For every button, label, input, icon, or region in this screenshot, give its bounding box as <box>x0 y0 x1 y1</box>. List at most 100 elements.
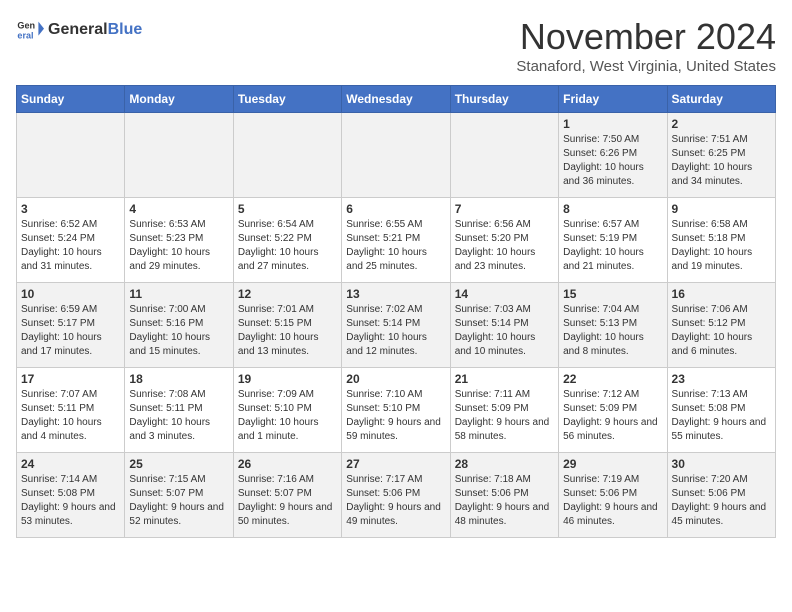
day-info: Sunrise: 7:14 AM Sunset: 5:08 PM Dayligh… <box>21 473 120 529</box>
weekday-header-monday: Monday <box>125 86 233 113</box>
calendar-table: SundayMondayTuesdayWednesdayThursdayFrid… <box>16 85 776 538</box>
calendar-cell: 12Sunrise: 7:01 AM Sunset: 5:15 PM Dayli… <box>233 283 341 368</box>
calendar-cell: 20Sunrise: 7:10 AM Sunset: 5:10 PM Dayli… <box>342 368 450 453</box>
calendar-cell: 27 Sunrise: 7:17 AM Sunset: 5:06 PM Dayli… <box>342 453 450 538</box>
location-subtitle: Stanaford, West Virginia, United States <box>516 58 776 75</box>
day-number: 22 <box>563 372 662 386</box>
calendar-cell: 24 Sunrise: 7:14 AM Sunset: 5:08 PM Dayli… <box>17 453 125 538</box>
day-number: 6 <box>346 202 445 216</box>
svg-text:Gen: Gen <box>17 21 35 31</box>
weekday-header-saturday: Saturday <box>667 86 775 113</box>
calendar-cell: 9Sunrise: 6:58 AM Sunset: 5:18 PM Daylig… <box>667 198 775 283</box>
day-number: 17 <box>21 372 120 386</box>
calendar-week-4: 17 Sunrise: 7:07 AM Sunset: 5:11 PM Dayli… <box>17 368 776 453</box>
calendar-cell: 5Sunrise: 6:54 AM Sunset: 5:22 PM Daylig… <box>233 198 341 283</box>
day-number: 23 <box>672 372 771 386</box>
title-block: November 2024 Stanaford, West Virginia, … <box>516 16 776 75</box>
day-number: 5 <box>238 202 337 216</box>
weekday-header-wednesday: Wednesday <box>342 86 450 113</box>
day-info: Sunrise: 7:07 AM Sunset: 5:11 PM Dayligh… <box>21 388 120 444</box>
day-number: 16 <box>672 287 771 301</box>
calendar-cell <box>17 113 125 198</box>
day-number: 26 <box>238 457 337 471</box>
month-title: November 2024 <box>516 16 776 58</box>
calendar-body: 1 Sunrise: 7:50 AM Sunset: 6:26 PM Daylig… <box>17 113 776 538</box>
calendar-cell: 13 Sunrise: 7:02 AM Sunset: 5:14 PM Dayli… <box>342 283 450 368</box>
calendar-cell: 29 Sunrise: 7:19 AM Sunset: 5:06 PM Dayli… <box>559 453 667 538</box>
calendar-cell: 23 Sunrise: 7:13 AM Sunset: 5:08 PM Dayli… <box>667 368 775 453</box>
calendar-cell: 8Sunrise: 6:57 AM Sunset: 5:19 PM Daylig… <box>559 198 667 283</box>
day-info: Sunrise: 6:56 AM Sunset: 5:20 PM Dayligh… <box>455 218 554 274</box>
day-info: Sunrise: 7:01 AM Sunset: 5:15 PM Dayligh… <box>238 303 337 359</box>
day-info: Sunrise: 7:02 AM Sunset: 5:14 PM Dayligh… <box>346 303 445 359</box>
day-number: 18 <box>129 372 228 386</box>
day-number: 19 <box>238 372 337 386</box>
calendar-cell: 22 Sunrise: 7:12 AM Sunset: 5:09 PM Dayli… <box>559 368 667 453</box>
day-info: Sunrise: 6:52 AM Sunset: 5:24 PM Dayligh… <box>21 218 120 274</box>
calendar-cell: 15Sunrise: 7:04 AM Sunset: 5:13 PM Dayli… <box>559 283 667 368</box>
calendar-cell: 28 Sunrise: 7:18 AM Sunset: 5:06 PM Dayli… <box>450 453 558 538</box>
calendar-cell: 10Sunrise: 6:59 AM Sunset: 5:17 PM Dayli… <box>17 283 125 368</box>
calendar-cell: 30 Sunrise: 7:20 AM Sunset: 5:06 PM Dayli… <box>667 453 775 538</box>
logo-blue: Blue <box>108 21 143 38</box>
day-info: Sunrise: 7:11 AM Sunset: 5:09 PM Dayligh… <box>455 388 554 444</box>
day-info: Sunrise: 7:16 AM Sunset: 5:07 PM Dayligh… <box>238 473 337 529</box>
day-info: Sunrise: 7:19 AM Sunset: 5:06 PM Dayligh… <box>563 473 662 529</box>
calendar-cell: 11Sunrise: 7:00 AM Sunset: 5:16 PM Dayli… <box>125 283 233 368</box>
day-number: 15 <box>563 287 662 301</box>
calendar-cell: 17 Sunrise: 7:07 AM Sunset: 5:11 PM Dayli… <box>17 368 125 453</box>
day-number: 25 <box>129 457 228 471</box>
day-number: 13 <box>346 287 445 301</box>
weekday-header-tuesday: Tuesday <box>233 86 341 113</box>
day-number: 9 <box>672 202 771 216</box>
day-info: Sunrise: 6:59 AM Sunset: 5:17 PM Dayligh… <box>21 303 120 359</box>
calendar-cell: 26 Sunrise: 7:16 AM Sunset: 5:07 PM Dayli… <box>233 453 341 538</box>
weekday-header-sunday: Sunday <box>17 86 125 113</box>
day-info: Sunrise: 7:20 AM Sunset: 5:06 PM Dayligh… <box>672 473 771 529</box>
calendar-cell: 7Sunrise: 6:56 AM Sunset: 5:20 PM Daylig… <box>450 198 558 283</box>
calendar-cell: 6 Sunrise: 6:55 AM Sunset: 5:21 PM Daylig… <box>342 198 450 283</box>
day-info: Sunrise: 7:06 AM Sunset: 5:12 PM Dayligh… <box>672 303 771 359</box>
day-info: Sunrise: 6:55 AM Sunset: 5:21 PM Dayligh… <box>346 218 445 274</box>
day-info: Sunrise: 7:09 AM Sunset: 5:10 PM Dayligh… <box>238 388 337 444</box>
calendar-cell: 3 Sunrise: 6:52 AM Sunset: 5:24 PM Daylig… <box>17 198 125 283</box>
calendar-cell: 1 Sunrise: 7:50 AM Sunset: 6:26 PM Daylig… <box>559 113 667 198</box>
calendar-cell: 4 Sunrise: 6:53 AM Sunset: 5:23 PM Daylig… <box>125 198 233 283</box>
calendar-cell <box>342 113 450 198</box>
day-number: 29 <box>563 457 662 471</box>
weekday-row: SundayMondayTuesdayWednesdayThursdayFrid… <box>17 86 776 113</box>
calendar-cell: 25Sunrise: 7:15 AM Sunset: 5:07 PM Dayli… <box>125 453 233 538</box>
calendar-cell: 18Sunrise: 7:08 AM Sunset: 5:11 PM Dayli… <box>125 368 233 453</box>
day-info: Sunrise: 7:13 AM Sunset: 5:08 PM Dayligh… <box>672 388 771 444</box>
day-info: Sunrise: 6:57 AM Sunset: 5:19 PM Dayligh… <box>563 218 662 274</box>
day-number: 14 <box>455 287 554 301</box>
day-info: Sunrise: 7:17 AM Sunset: 5:06 PM Dayligh… <box>346 473 445 529</box>
day-number: 1 <box>563 117 662 131</box>
day-info: Sunrise: 7:18 AM Sunset: 5:06 PM Dayligh… <box>455 473 554 529</box>
day-info: Sunrise: 7:50 AM Sunset: 6:26 PM Dayligh… <box>563 133 662 189</box>
day-info: Sunrise: 7:12 AM Sunset: 5:09 PM Dayligh… <box>563 388 662 444</box>
calendar-week-1: 1 Sunrise: 7:50 AM Sunset: 6:26 PM Daylig… <box>17 113 776 198</box>
calendar-cell <box>125 113 233 198</box>
day-number: 21 <box>455 372 554 386</box>
svg-text:eral: eral <box>17 30 33 40</box>
calendar-week-2: 3 Sunrise: 6:52 AM Sunset: 5:24 PM Daylig… <box>17 198 776 283</box>
calendar-cell: 2Sunrise: 7:51 AM Sunset: 6:25 PM Daylig… <box>667 113 775 198</box>
day-number: 11 <box>129 287 228 301</box>
calendar-week-3: 10Sunrise: 6:59 AM Sunset: 5:17 PM Dayli… <box>17 283 776 368</box>
day-number: 28 <box>455 457 554 471</box>
day-number: 4 <box>129 202 228 216</box>
day-number: 3 <box>21 202 120 216</box>
weekday-header-thursday: Thursday <box>450 86 558 113</box>
day-number: 24 <box>21 457 120 471</box>
day-info: Sunrise: 7:51 AM Sunset: 6:25 PM Dayligh… <box>672 133 771 189</box>
calendar-cell: 19 Sunrise: 7:09 AM Sunset: 5:10 PM Dayli… <box>233 368 341 453</box>
weekday-header-friday: Friday <box>559 86 667 113</box>
day-number: 30 <box>672 457 771 471</box>
day-number: 27 <box>346 457 445 471</box>
logo: Gen eral GeneralBlue <box>16 16 142 44</box>
day-info: Sunrise: 6:53 AM Sunset: 5:23 PM Dayligh… <box>129 218 228 274</box>
calendar-cell: 21 Sunrise: 7:11 AM Sunset: 5:09 PM Dayli… <box>450 368 558 453</box>
calendar-cell: 14Sunrise: 7:03 AM Sunset: 5:14 PM Dayli… <box>450 283 558 368</box>
day-info: Sunrise: 7:10 AM Sunset: 5:10 PM Dayligh… <box>346 388 445 444</box>
